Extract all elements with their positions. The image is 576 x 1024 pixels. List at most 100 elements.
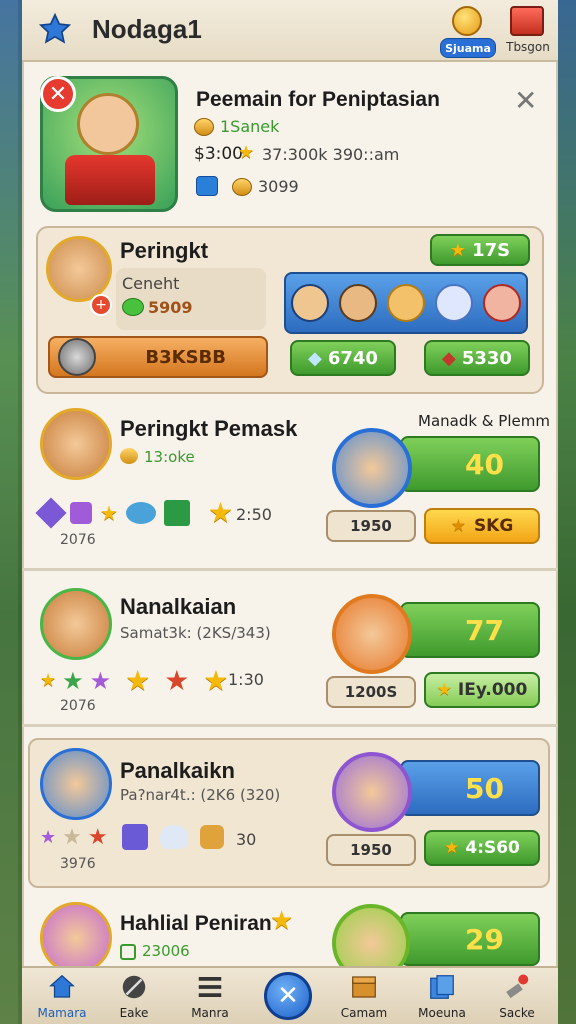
gift-button-label: Tbsgon (506, 40, 550, 54)
coin-icon (232, 178, 252, 196)
nav-sacke[interactable]: Sacke (490, 972, 544, 1024)
row-button[interactable]: ★ IEy.000 (424, 672, 540, 708)
gift-button[interactable]: Tbsgon (502, 4, 554, 60)
row-items: ★ ★ ★ ★ ★ ★ (40, 664, 229, 697)
row-time: 30 (236, 830, 257, 849)
disc-icon (125, 501, 156, 524)
close-badge-icon[interactable]: ✕ (40, 76, 76, 112)
gems-b-value: 5330 (461, 347, 512, 369)
star-icon: ★ (444, 838, 460, 858)
row-score[interactable]: 40 (400, 436, 540, 492)
nav-label: Manra (191, 1006, 229, 1020)
coin-icon (194, 118, 214, 136)
card-count: 3099 (258, 177, 299, 196)
row-button-label: 4:S60 (465, 838, 520, 858)
team-member-avatar (387, 284, 425, 322)
row-time: 1:30 (228, 670, 264, 689)
star-icon: ★ (203, 664, 229, 697)
row-name: Hahlial Peniran (120, 912, 272, 935)
row-avatar[interactable] (40, 748, 112, 820)
profile-gems: 5909 (148, 298, 193, 317)
row-opponent-avatar[interactable] (332, 428, 412, 508)
row-sub: 23006 (142, 942, 190, 960)
diamond-icon: ◆ (308, 347, 322, 369)
globe-button[interactable]: Sjuama (440, 4, 496, 60)
star-icon: ★ (87, 824, 108, 850)
profile-sub: Ceneht (122, 274, 180, 293)
ticket-icon (120, 944, 136, 960)
pencil-icon (122, 975, 146, 999)
nav-eake[interactable]: Eake (108, 972, 160, 1024)
row-button[interactable]: ★ 4:S60 (424, 830, 540, 866)
row-divider (22, 724, 558, 727)
row-avatar[interactable] (40, 408, 112, 480)
close-icon[interactable]: ✕ (514, 84, 537, 117)
disc-icon (58, 338, 96, 376)
home-icon (49, 974, 75, 998)
row-tag: 1950 (326, 510, 416, 542)
row-opponent-avatar[interactable] (332, 594, 412, 674)
row-sub: Pa?nar4t.: (2K6 (320) (120, 786, 281, 804)
nav-label: Mamara (37, 1006, 87, 1020)
star-icon: ★ (125, 664, 151, 697)
row-right-label: Manadk & Plemm (418, 412, 550, 430)
star-icon: ★ (100, 500, 118, 525)
stars-value: 17S (472, 239, 511, 261)
gem-icon (122, 298, 144, 316)
row-sub: 13:oke (144, 448, 195, 466)
row-score[interactable]: 50 (400, 760, 540, 816)
star-icon[interactable] (38, 12, 72, 46)
row-sub: Samat3k: (2KS/343) (120, 624, 271, 642)
star-icon: ★ (449, 239, 467, 261)
star-icon: ★ (164, 664, 190, 697)
menu-icon (198, 977, 222, 997)
row-avatar[interactable] (40, 902, 112, 974)
hero-face (77, 93, 139, 155)
gems-a-value: 6740 (327, 347, 378, 369)
gems-b-badge[interactable]: ◆ 5330 (424, 340, 530, 376)
team-strip[interactable] (284, 272, 528, 334)
row-name: Panalkaikn (120, 758, 235, 783)
row-button[interactable]: ★ SKG (424, 508, 540, 544)
star-icon: ★ (436, 680, 452, 700)
row-opponent-avatar[interactable] (332, 752, 412, 832)
row-rank: 3976 (60, 856, 96, 872)
row-score[interactable]: 29 (400, 912, 540, 966)
team-member-avatar (339, 284, 377, 322)
star-icon: ★ (40, 670, 57, 691)
nav-label: Eake (119, 1006, 149, 1020)
helmet-icon (159, 825, 188, 849)
nav-label: Camam (340, 1006, 388, 1020)
team-member-avatar (291, 284, 329, 322)
row-items: ★ ★ ★ (40, 824, 224, 850)
row-score[interactable]: 77 (400, 602, 540, 658)
ruby-icon: ◆ (442, 347, 456, 369)
globe-button-label: Sjuama (440, 38, 496, 58)
nav-label: Sacke (499, 1006, 535, 1020)
camera-icon[interactable] (196, 176, 218, 196)
gem-icon (35, 496, 67, 529)
gift-icon (510, 6, 544, 36)
card-coin-text: 1Sanek (220, 117, 280, 136)
nav-label: Moeuna (418, 1006, 466, 1020)
nav-moeuna[interactable]: Moeuna (414, 972, 470, 1024)
add-icon[interactable]: + (90, 294, 112, 316)
stars-badge[interactable]: ★ 17S (430, 234, 530, 266)
bag-icon (199, 825, 224, 849)
team-member-avatar (483, 284, 521, 322)
row-avatar[interactable] (40, 588, 112, 660)
star-icon: ★ (40, 826, 57, 848)
row-button-label: SKG (473, 516, 514, 536)
gems-a-badge[interactable]: ◆ 6740 (290, 340, 396, 376)
close-nav-button[interactable]: ✕ (264, 972, 312, 1020)
star-icon: ★ (238, 142, 255, 163)
nav-camam[interactable]: Camam (336, 972, 392, 1024)
row-tag: 1200S (326, 676, 416, 708)
row-tag: 1950 (326, 834, 416, 866)
nav-menu[interactable]: Manra (182, 972, 238, 1024)
row-time: 2:50 (236, 505, 272, 524)
chest-icon (352, 976, 376, 998)
player-avatar[interactable] (46, 236, 112, 302)
nav-home[interactable]: Mamara (36, 972, 88, 1024)
star-icon: ★ (270, 906, 294, 936)
